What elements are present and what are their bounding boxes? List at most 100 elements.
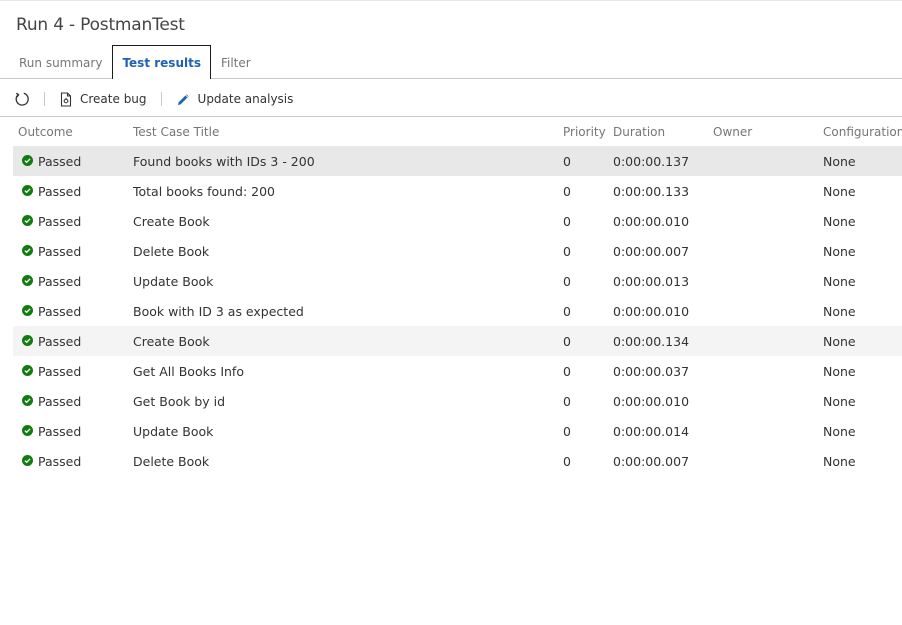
passed-check-icon (22, 365, 33, 376)
passed-check-icon (22, 455, 33, 466)
configuration-cell: None (823, 364, 856, 379)
column-header-priority[interactable]: Priority (563, 125, 606, 139)
refresh-button[interactable] (14, 91, 30, 107)
configuration-cell: None (823, 274, 856, 289)
test-title-cell: Create Book (133, 214, 210, 229)
priority-cell: 0 (563, 274, 571, 289)
priority-cell: 0 (563, 244, 571, 259)
duration-cell: 0:00:00.137 (613, 154, 690, 169)
configuration-cell: None (823, 244, 856, 259)
passed-check-icon (22, 425, 33, 436)
configuration-cell: None (823, 184, 856, 199)
table-row[interactable]: Passed Get All Books Info 0 0:00:00.037 None (13, 356, 902, 386)
passed-check-icon (22, 185, 33, 196)
outcome-cell: Passed (38, 184, 82, 199)
outcome-cell: Passed (38, 154, 82, 169)
priority-cell: 0 (563, 424, 571, 439)
table-row[interactable]: Passed Delete Book 0 0:00:00.007 None (13, 446, 902, 476)
duration-cell: 0:00:00.133 (613, 184, 690, 199)
passed-check-icon (22, 155, 33, 166)
duration-cell: 0:00:00.010 (613, 214, 690, 229)
bug-document-icon (60, 91, 72, 107)
duration-cell: 0:00:00.010 (613, 394, 690, 409)
table-row[interactable]: Passed Book with ID 3 as expected 0 0:00:00… (13, 296, 902, 326)
table-row[interactable]: Passed Update Book 0 0:00:00.013 None (13, 266, 902, 296)
test-title-cell: Delete Book (133, 454, 210, 469)
tab-bar: Run summary Test results Filter (9, 45, 261, 79)
outcome-cell: Passed (38, 454, 82, 469)
outcome-cell: Passed (38, 304, 82, 319)
priority-cell: 0 (563, 454, 571, 469)
toolbar: Create bug Update analysis (14, 88, 293, 110)
test-title-cell: Get Book by id (133, 394, 226, 409)
duration-cell: 0:00:00.037 (613, 364, 690, 379)
duration-cell: 0:00:00.007 (613, 244, 690, 259)
test-title-cell: Book with ID 3 as expected (133, 304, 304, 319)
outcome-cell: Passed (38, 274, 82, 289)
priority-cell: 0 (563, 364, 571, 379)
test-title-cell: Total books found: 200 (133, 184, 275, 199)
configuration-cell: None (823, 304, 856, 319)
table-row[interactable]: Passed Create Book 0 0:00:00.134 None (13, 326, 902, 356)
table-row[interactable]: Passed Update Book 0 0:00:00.014 None (13, 416, 902, 446)
configuration-cell: None (823, 454, 856, 469)
update-analysis-label: Update analysis (197, 92, 294, 106)
test-title-cell: Create Book (133, 334, 210, 349)
test-title-cell: Found books with IDs 3 - 200 (133, 154, 315, 169)
tab-filter[interactable]: Filter (211, 45, 261, 79)
top-divider (0, 0, 902, 1)
refresh-icon (15, 92, 29, 106)
outcome-cell: Passed (38, 424, 82, 439)
test-title-cell: Delete Book (133, 244, 210, 259)
test-title-cell: Update Book (133, 274, 214, 289)
page-title: Run 4 - PostmanTest (16, 15, 185, 35)
update-analysis-button[interactable]: Update analysis (176, 92, 294, 107)
tab-test-results[interactable]: Test results (112, 45, 211, 79)
outcome-cell: Passed (38, 334, 82, 349)
priority-cell: 0 (563, 154, 571, 169)
priority-cell: 0 (563, 184, 571, 199)
toolbar-separator (160, 92, 162, 106)
configuration-cell: None (823, 424, 856, 439)
column-header-owner[interactable]: Owner (713, 125, 752, 139)
create-bug-button[interactable]: Create bug (59, 91, 147, 107)
passed-check-icon (22, 215, 33, 226)
priority-cell: 0 (563, 334, 571, 349)
table-row[interactable]: Passed Delete Book 0 0:00:00.007 None (13, 236, 902, 266)
configuration-cell: None (823, 394, 856, 409)
table-row[interactable]: Passed Found books with IDs 3 - 200 0 0:00:… (13, 146, 902, 176)
configuration-cell: None (823, 334, 856, 349)
priority-cell: 0 (563, 394, 571, 409)
duration-cell: 0:00:00.013 (613, 274, 690, 289)
duration-cell: 0:00:00.007 (613, 454, 690, 469)
column-header-duration[interactable]: Duration (613, 125, 665, 139)
priority-cell: 0 (563, 214, 571, 229)
create-bug-label: Create bug (80, 92, 147, 106)
passed-check-icon (22, 245, 33, 256)
table-row[interactable]: Passed Create Book 0 0:00:00.010 None (13, 206, 902, 236)
toolbar-separator (44, 92, 45, 106)
passed-check-icon (22, 395, 33, 406)
passed-check-icon (22, 305, 33, 316)
configuration-cell: None (823, 214, 856, 229)
results-grid: Passed Found books with IDs 3 - 200 0 0:00:… (13, 146, 902, 476)
duration-cell: 0:00:00.010 (613, 304, 690, 319)
passed-check-icon (22, 335, 33, 346)
outcome-cell: Passed (38, 394, 82, 409)
column-header-title[interactable]: Test Case Title (133, 125, 219, 139)
configuration-cell: None (823, 154, 856, 169)
duration-cell: 0:00:00.014 (613, 424, 690, 439)
column-header-outcome[interactable]: Outcome (18, 125, 73, 139)
pencil-icon (177, 93, 189, 105)
table-row[interactable]: Passed Total books found: 200 0 0:00:00.133… (13, 176, 902, 206)
outcome-cell: Passed (38, 244, 82, 259)
tab-run-summary[interactable]: Run summary (9, 45, 112, 79)
table-row[interactable]: Passed Get Book by id 0 0:00:00.010 None (13, 386, 902, 416)
test-title-cell: Update Book (133, 424, 214, 439)
duration-cell: 0:00:00.134 (613, 334, 690, 349)
column-header-configuration[interactable]: Configuration (823, 125, 902, 139)
outcome-cell: Passed (38, 214, 82, 229)
results-grid-header: Outcome Test Case Title Priority Duratio… (13, 117, 902, 146)
passed-check-icon (22, 275, 33, 286)
outcome-cell: Passed (38, 364, 82, 379)
